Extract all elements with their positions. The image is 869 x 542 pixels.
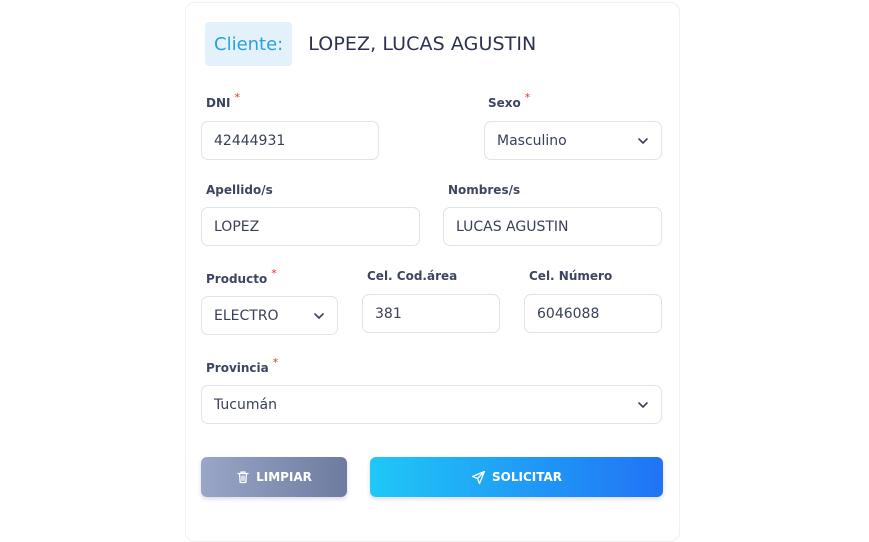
required-mark: *	[271, 267, 277, 280]
cel-area-label: Cel. Cod.área	[367, 269, 458, 283]
apellido-label: Apellido/s	[206, 183, 273, 197]
nombres-label: Nombres/s	[448, 183, 521, 197]
nombres-input[interactable]: LUCAS AGUSTIN	[443, 207, 662, 246]
cel-numero-label: Cel. Número	[529, 269, 613, 283]
client-label: Cliente:	[205, 22, 293, 66]
required-mark: *	[272, 356, 279, 369]
provincia-label: Provincia *	[206, 356, 279, 375]
dni-input[interactable]: 42444931	[201, 121, 379, 160]
chevron-down-icon	[638, 138, 648, 145]
provincia-select[interactable]: Tucumán	[201, 385, 662, 424]
clear-button[interactable]: LIMPIAR	[201, 457, 347, 497]
required-mark: *	[234, 91, 240, 104]
dni-label: DNI *	[206, 91, 240, 110]
sexo-label: Sexo *	[488, 91, 531, 110]
chevron-down-icon	[638, 402, 648, 409]
required-mark: *	[524, 91, 531, 104]
client-header: Cliente: LOPEZ, LUCAS AGUSTIN	[205, 22, 536, 66]
trash-icon	[237, 471, 249, 484]
cel-area-input[interactable]: 381	[362, 294, 500, 333]
client-name: LOPEZ, LUCAS AGUSTIN	[308, 33, 537, 55]
producto-select[interactable]: ELECTRO	[201, 296, 338, 335]
sexo-select[interactable]: Masculino	[484, 121, 662, 160]
apellido-input[interactable]: LOPEZ	[201, 207, 420, 246]
chevron-down-icon	[314, 313, 324, 320]
send-icon	[471, 470, 486, 484]
cel-numero-input[interactable]: 6046088	[524, 294, 662, 333]
submit-button[interactable]: SOLICITAR	[370, 457, 663, 497]
clear-button-label: LIMPIAR	[256, 470, 312, 484]
producto-label: Producto *	[206, 267, 277, 286]
submit-button-label: SOLICITAR	[491, 470, 562, 484]
